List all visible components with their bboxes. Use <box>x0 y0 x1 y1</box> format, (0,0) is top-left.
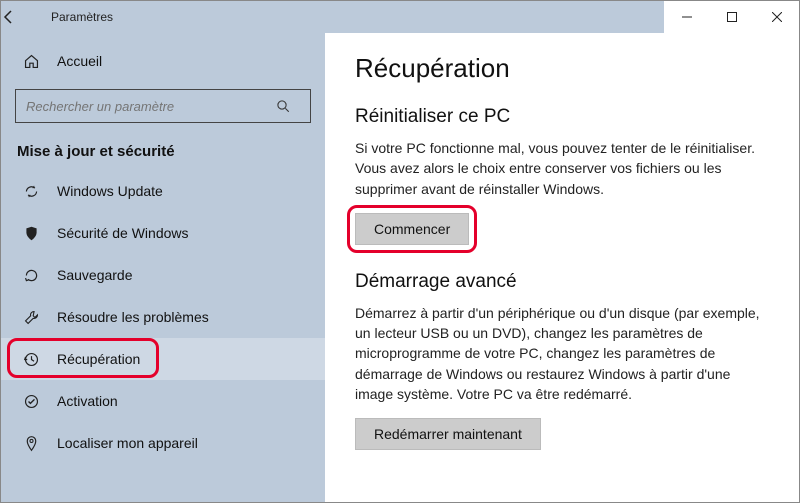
back-button[interactable] <box>1 9 47 25</box>
sidebar-item-label: Localiser mon appareil <box>57 435 198 451</box>
sidebar-item-recovery[interactable]: Récupération <box>1 338 325 380</box>
sidebar-item-label: Activation <box>57 393 118 409</box>
sidebar-item-label: Résoudre les problèmes <box>57 309 209 325</box>
sync-icon <box>21 183 41 200</box>
backup-icon <box>21 267 41 284</box>
sidebar: Accueil Mise à jour et sécurité Windows … <box>1 33 325 502</box>
shield-icon <box>21 225 41 242</box>
recovery-icon <box>21 351 41 368</box>
sidebar-item-label: Sauvegarde <box>57 267 133 283</box>
reset-heading: Réinitialiser ce PC <box>355 106 769 128</box>
close-button[interactable] <box>754 1 799 33</box>
sidebar-item-activation[interactable]: Activation <box>1 380 325 422</box>
page-title: Récupération <box>355 53 769 84</box>
window-title: Paramètres <box>51 10 113 24</box>
reset-start-button[interactable]: Commencer <box>355 213 469 245</box>
advanced-heading: Démarrage avancé <box>355 271 769 293</box>
sidebar-item-security[interactable]: Sécurité de Windows <box>1 212 325 254</box>
titlebar: Paramètres <box>1 1 799 33</box>
wrench-icon <box>21 309 41 326</box>
content-pane: Récupération Réinitialiser ce PC Si votr… <box>325 33 799 502</box>
sidebar-item-label: Sécurité de Windows <box>57 225 189 241</box>
section-heading: Mise à jour et sécurité <box>1 123 325 170</box>
restart-now-button[interactable]: Redémarrer maintenant <box>355 418 541 450</box>
home-link[interactable]: Accueil <box>1 41 325 81</box>
home-icon <box>21 53 41 70</box>
nav-list: Windows Update Sécurité de Windows Sauve… <box>1 170 325 464</box>
sidebar-item-backup[interactable]: Sauvegarde <box>1 254 325 296</box>
sidebar-item-label: Récupération <box>57 351 140 367</box>
check-circle-icon <box>21 393 41 410</box>
sidebar-item-label: Windows Update <box>57 183 163 199</box>
maximize-button[interactable] <box>709 1 754 33</box>
home-label: Accueil <box>57 53 102 69</box>
search-box[interactable] <box>15 89 311 123</box>
search-input[interactable] <box>16 99 276 114</box>
minimize-button[interactable] <box>664 1 709 33</box>
advanced-description: Démarrez à partir d'un périphérique ou d… <box>355 303 769 404</box>
search-icon <box>276 99 310 114</box>
sidebar-item-find-device[interactable]: Localiser mon appareil <box>1 422 325 464</box>
location-icon <box>21 435 41 452</box>
sidebar-item-windows-update[interactable]: Windows Update <box>1 170 325 212</box>
reset-description: Si votre PC fonctionne mal, vous pouvez … <box>355 138 769 199</box>
sidebar-item-troubleshoot[interactable]: Résoudre les problèmes <box>1 296 325 338</box>
